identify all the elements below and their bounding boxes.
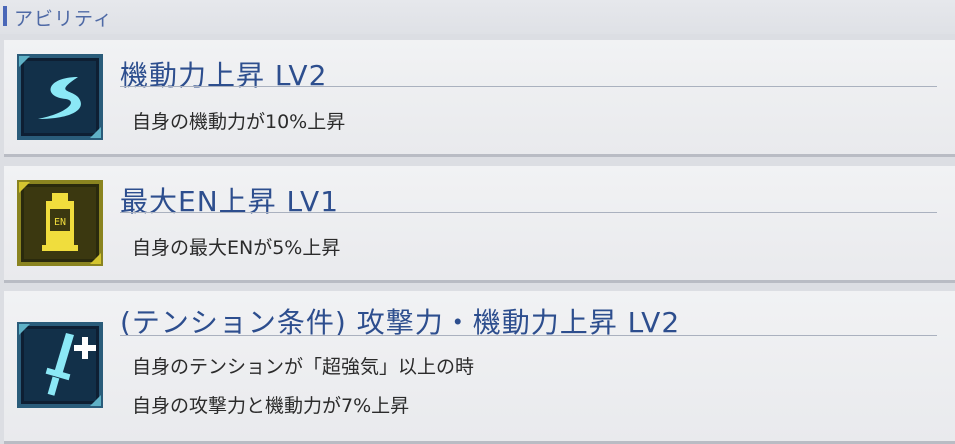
divider	[120, 212, 937, 213]
speed-swoosh-icon	[16, 53, 104, 141]
energy-battery-icon: EN	[16, 179, 104, 267]
divider	[120, 86, 937, 87]
section-title: アビリティ	[14, 8, 113, 30]
section-header: アビリティ	[0, 0, 955, 34]
ability-description: 自身の最大ENが5%上昇	[132, 237, 341, 259]
ability-description-line-1: 自身のテンションが「超強気」以上の時	[132, 356, 475, 378]
ability-description-line-2: 自身の攻撃力と機動力が7%上昇	[132, 395, 410, 417]
ability-card-mobility[interactable]: 機動力上昇 LV2 自身の機動力が10%上昇	[4, 40, 955, 154]
ability-description: 自身の機動力が10%上昇	[132, 111, 346, 133]
ability-card-tension[interactable]: (テンション条件) 攻撃力・機動力上昇 LV2 自身のテンションが「超強気」以上…	[4, 291, 955, 441]
header-accent-bar	[3, 6, 7, 26]
ability-name: 機動力上昇 LV2	[120, 59, 328, 92]
divider	[120, 335, 937, 336]
battery-label: EN	[54, 217, 66, 228]
ability-card-max-en[interactable]: EN 最大EN上昇 LV1 自身の最大ENが5%上昇	[4, 166, 955, 280]
ability-name: 最大EN上昇 LV1	[120, 185, 340, 218]
sword-plus-icon	[16, 321, 104, 409]
